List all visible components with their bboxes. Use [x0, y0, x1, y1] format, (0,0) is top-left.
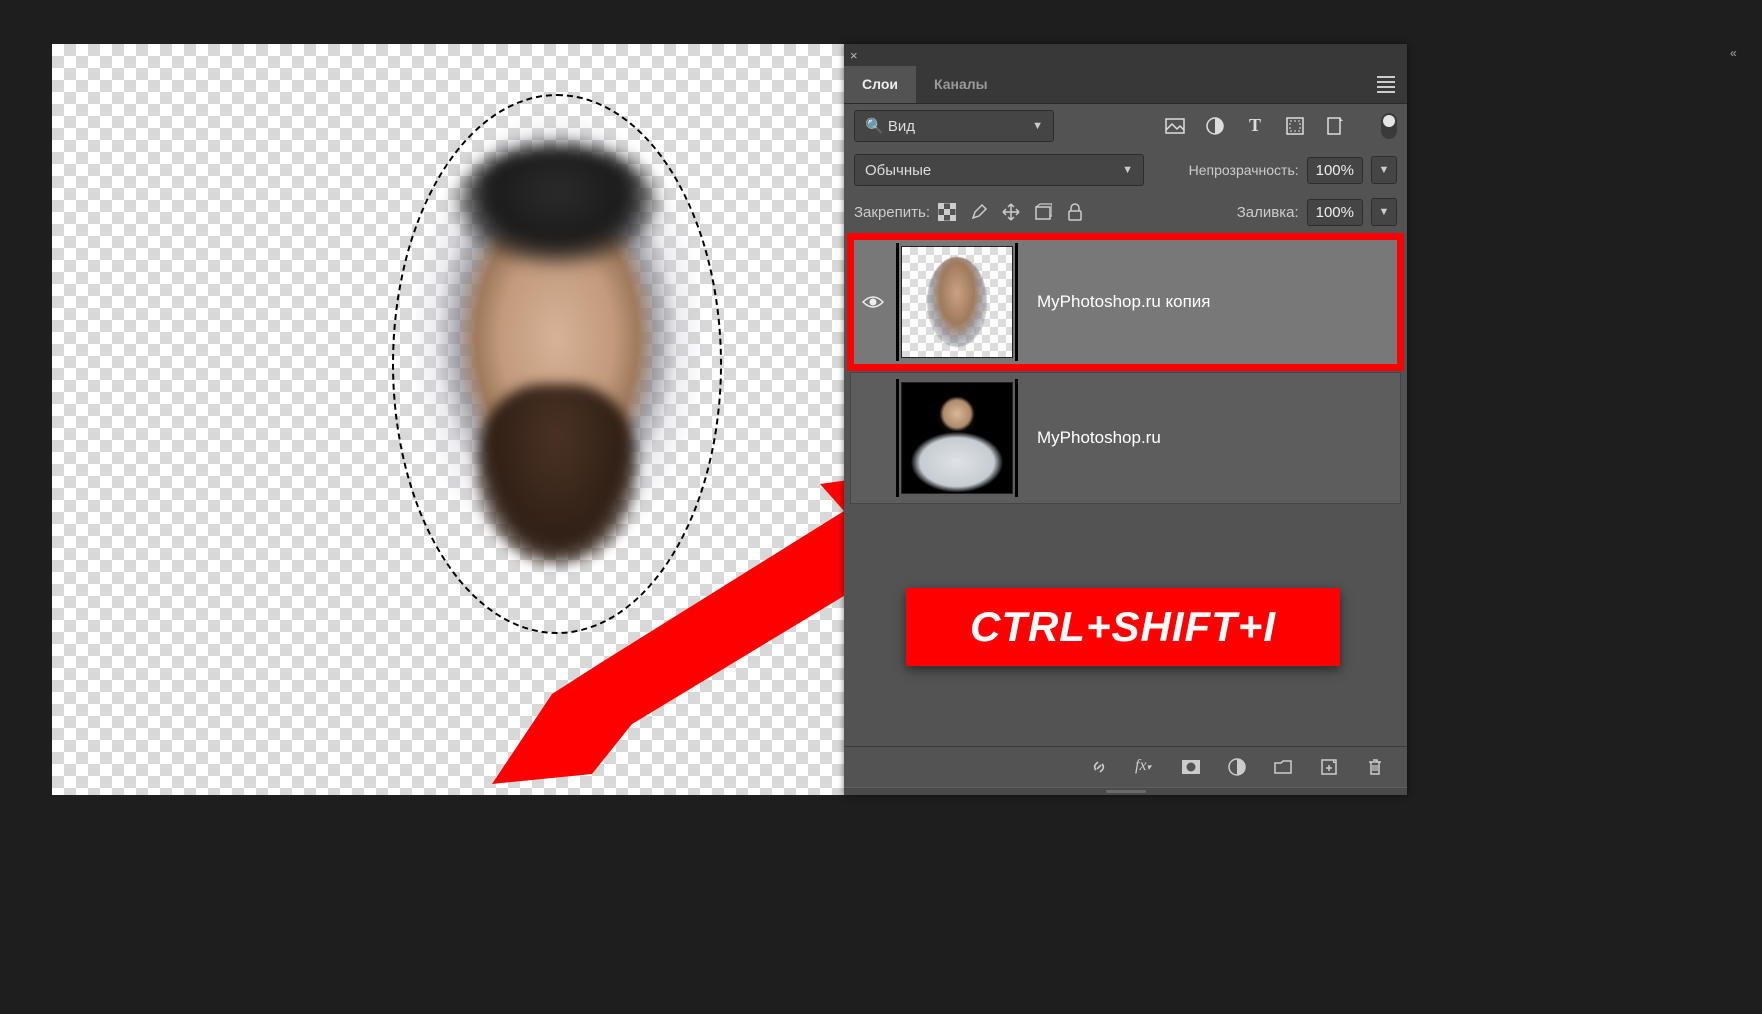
layer-row[interactable]: MyPhotoshop.ru: [850, 372, 1401, 504]
lock-brush-icon[interactable]: [970, 203, 988, 221]
opacity-label: Непрозрачность:: [1189, 162, 1299, 178]
blend-mode-value: Обычные: [865, 162, 931, 179]
filter-image-icon[interactable]: [1165, 116, 1185, 136]
fx-icon[interactable]: fx▾: [1135, 757, 1155, 777]
delete-icon[interactable]: [1365, 757, 1385, 777]
layers-footer: fx▾: [844, 746, 1407, 787]
opacity-chevron[interactable]: ▼: [1371, 156, 1397, 184]
filter-text-icon[interactable]: T: [1245, 116, 1265, 136]
mask-icon[interactable]: [1181, 757, 1201, 777]
link-icon[interactable]: [1089, 757, 1109, 777]
blend-mode-select[interactable]: Обычные ▼: [854, 154, 1144, 186]
lock-all-icon[interactable]: [1066, 203, 1084, 221]
filter-smart-icon[interactable]: [1325, 116, 1345, 136]
layer-row[interactable]: MyPhotoshop.ru копия: [850, 236, 1401, 368]
panel-menu-button[interactable]: [1365, 73, 1407, 96]
group-icon[interactable]: [1273, 757, 1293, 777]
panel-resize-grip[interactable]: [844, 787, 1407, 795]
fill-label: Заливка:: [1237, 204, 1299, 221]
layer-name[interactable]: MyPhotoshop.ru копия: [1019, 292, 1229, 312]
shortcut-banner: CTRL+SHIFT+I: [906, 588, 1340, 666]
layer-filter-select[interactable]: 🔍 Вид ▼: [854, 110, 1054, 142]
eye-icon: [862, 294, 884, 310]
visibility-toggle[interactable]: [851, 237, 895, 367]
fill-value[interactable]: 100%: [1307, 199, 1363, 226]
opacity-value[interactable]: 100%: [1307, 157, 1363, 184]
layer-thumbnail[interactable]: [901, 382, 1013, 494]
chevron-down-icon: ▼: [1032, 120, 1043, 132]
new-layer-icon[interactable]: [1319, 757, 1339, 777]
visibility-toggle[interactable]: [851, 373, 895, 503]
filter-adjust-icon[interactable]: [1205, 116, 1225, 136]
layers-list: MyPhotoshop.ru копия MyPhotoshop.ru: [844, 232, 1407, 746]
close-icon[interactable]: ×: [850, 48, 858, 63]
layer-thumbnail[interactable]: [901, 246, 1013, 358]
lock-transparency-icon[interactable]: [938, 203, 956, 221]
lock-move-icon[interactable]: [1002, 203, 1020, 221]
layer-filter-icons: T: [1165, 113, 1397, 139]
panel-titlebar: ×: [844, 44, 1407, 66]
layer-name[interactable]: MyPhotoshop.ru: [1019, 428, 1179, 448]
tab-layers[interactable]: Слои: [844, 66, 916, 103]
layers-panel: × Слои Каналы 🔍 Вид ▼ T: [844, 44, 1407, 795]
document-canvas[interactable]: [52, 44, 844, 795]
adjustment-icon[interactable]: [1227, 757, 1247, 777]
panel-tabs: Слои Каналы: [844, 66, 1407, 104]
expand-panels-icon[interactable]: «: [1730, 46, 1750, 62]
fill-chevron[interactable]: ▼: [1371, 198, 1397, 226]
layer-filter-label: Вид: [888, 118, 915, 135]
chevron-down-icon: ▼: [1122, 164, 1133, 176]
marquee-selection: [392, 94, 722, 634]
lock-artboard-icon[interactable]: [1034, 203, 1052, 221]
lock-label: Закрепить:: [854, 204, 930, 221]
tab-channels[interactable]: Каналы: [916, 66, 1006, 103]
filter-shape-icon[interactable]: [1285, 116, 1305, 136]
filter-toggle[interactable]: [1381, 113, 1397, 139]
